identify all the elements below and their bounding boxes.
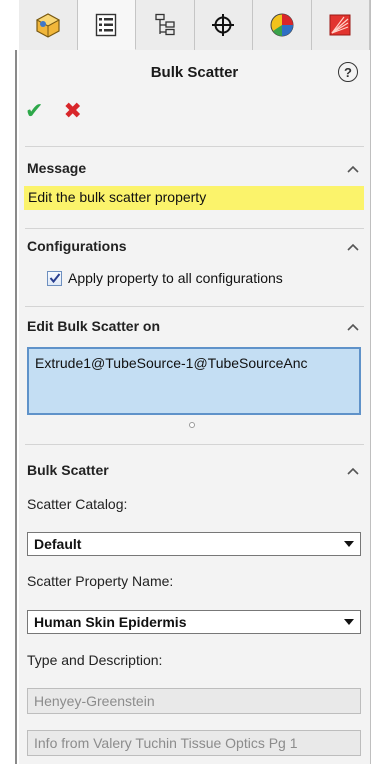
selection-list[interactable]: Extrude1@TubeSource-1@TubeSourceAnc bbox=[27, 347, 361, 415]
scatter-property-name-label: Scatter Property Name: bbox=[27, 573, 174, 589]
apply-all-configurations-checkbox[interactable] bbox=[47, 270, 62, 286]
property-manager-panel: Bulk Scatter ? ✔ ✖ Message Edit the bulk… bbox=[19, 0, 370, 764]
apply-all-configurations-row: Apply property to all configurations bbox=[47, 270, 283, 286]
collapse-chevron-icon[interactable] bbox=[346, 162, 360, 176]
collapse-chevron-icon[interactable] bbox=[346, 320, 360, 334]
tab-dimxpert-manager[interactable] bbox=[194, 0, 253, 50]
section-title-bulk-scatter: Bulk Scatter bbox=[27, 462, 109, 478]
section-divider bbox=[25, 444, 364, 445]
crosshair-icon bbox=[212, 14, 235, 36]
tab-configuration-manager[interactable] bbox=[136, 0, 195, 50]
scatter-catalog-dropdown[interactable]: Default bbox=[27, 532, 361, 556]
help-button[interactable]: ? bbox=[338, 62, 358, 82]
tab-optics-manager[interactable] bbox=[311, 0, 370, 50]
feature-manager-icon bbox=[35, 13, 60, 38]
configuration-manager-icon bbox=[155, 13, 175, 36]
selection-item[interactable]: Extrude1@TubeSource-1@TubeSourceAnc bbox=[35, 355, 308, 371]
ok-button[interactable]: ✔ bbox=[25, 100, 43, 122]
cancel-button[interactable]: ✖ bbox=[63, 100, 81, 122]
ok-cancel-toolbar: ✔ ✖ bbox=[25, 100, 82, 122]
dropdown-arrow-icon bbox=[344, 619, 354, 625]
scatter-catalog-label: Scatter Catalog: bbox=[27, 496, 128, 512]
scatter-property-value: Human Skin Epidermis bbox=[34, 614, 187, 630]
collapse-chevron-icon[interactable] bbox=[346, 240, 360, 254]
appearance-pie-icon bbox=[270, 13, 294, 37]
collapse-chevron-icon[interactable] bbox=[346, 464, 360, 478]
section-title-message: Message bbox=[27, 160, 87, 176]
scatter-description-field: Info from Valery Tuchin Tissue Optics Pg… bbox=[27, 730, 361, 756]
apply-all-configurations-label: Apply property to all configurations bbox=[68, 270, 283, 286]
tab-feature-manager[interactable] bbox=[19, 0, 78, 50]
right-window-frame bbox=[370, 0, 383, 764]
property-manager-icon bbox=[96, 13, 117, 36]
left-window-frame bbox=[0, 0, 17, 764]
scatter-property-dropdown[interactable]: Human Skin Epidermis bbox=[27, 610, 361, 634]
tab-appearance-manager[interactable] bbox=[253, 0, 312, 50]
optics-icon bbox=[329, 14, 351, 36]
scatter-type-field: Henyey-Greenstein bbox=[27, 688, 361, 714]
type-description-label: Type and Description: bbox=[27, 652, 163, 668]
dropdown-arrow-icon bbox=[344, 541, 354, 547]
section-divider bbox=[25, 228, 364, 229]
message-box: Edit the bulk scatter property bbox=[24, 186, 364, 210]
section-divider bbox=[25, 146, 364, 147]
section-divider bbox=[25, 306, 364, 307]
tab-property-manager[interactable] bbox=[77, 0, 136, 50]
section-title-edit-on: Edit Bulk Scatter on bbox=[27, 318, 161, 334]
manager-tab-strip bbox=[19, 0, 370, 50]
checkmark-icon bbox=[49, 273, 60, 284]
page-title: Bulk Scatter bbox=[150, 64, 239, 81]
section-title-configurations: Configurations bbox=[27, 238, 127, 254]
scatter-catalog-value: Default bbox=[34, 536, 82, 552]
resize-grip-icon[interactable] bbox=[189, 422, 195, 428]
panel-header: Bulk Scatter ? bbox=[19, 52, 370, 92]
